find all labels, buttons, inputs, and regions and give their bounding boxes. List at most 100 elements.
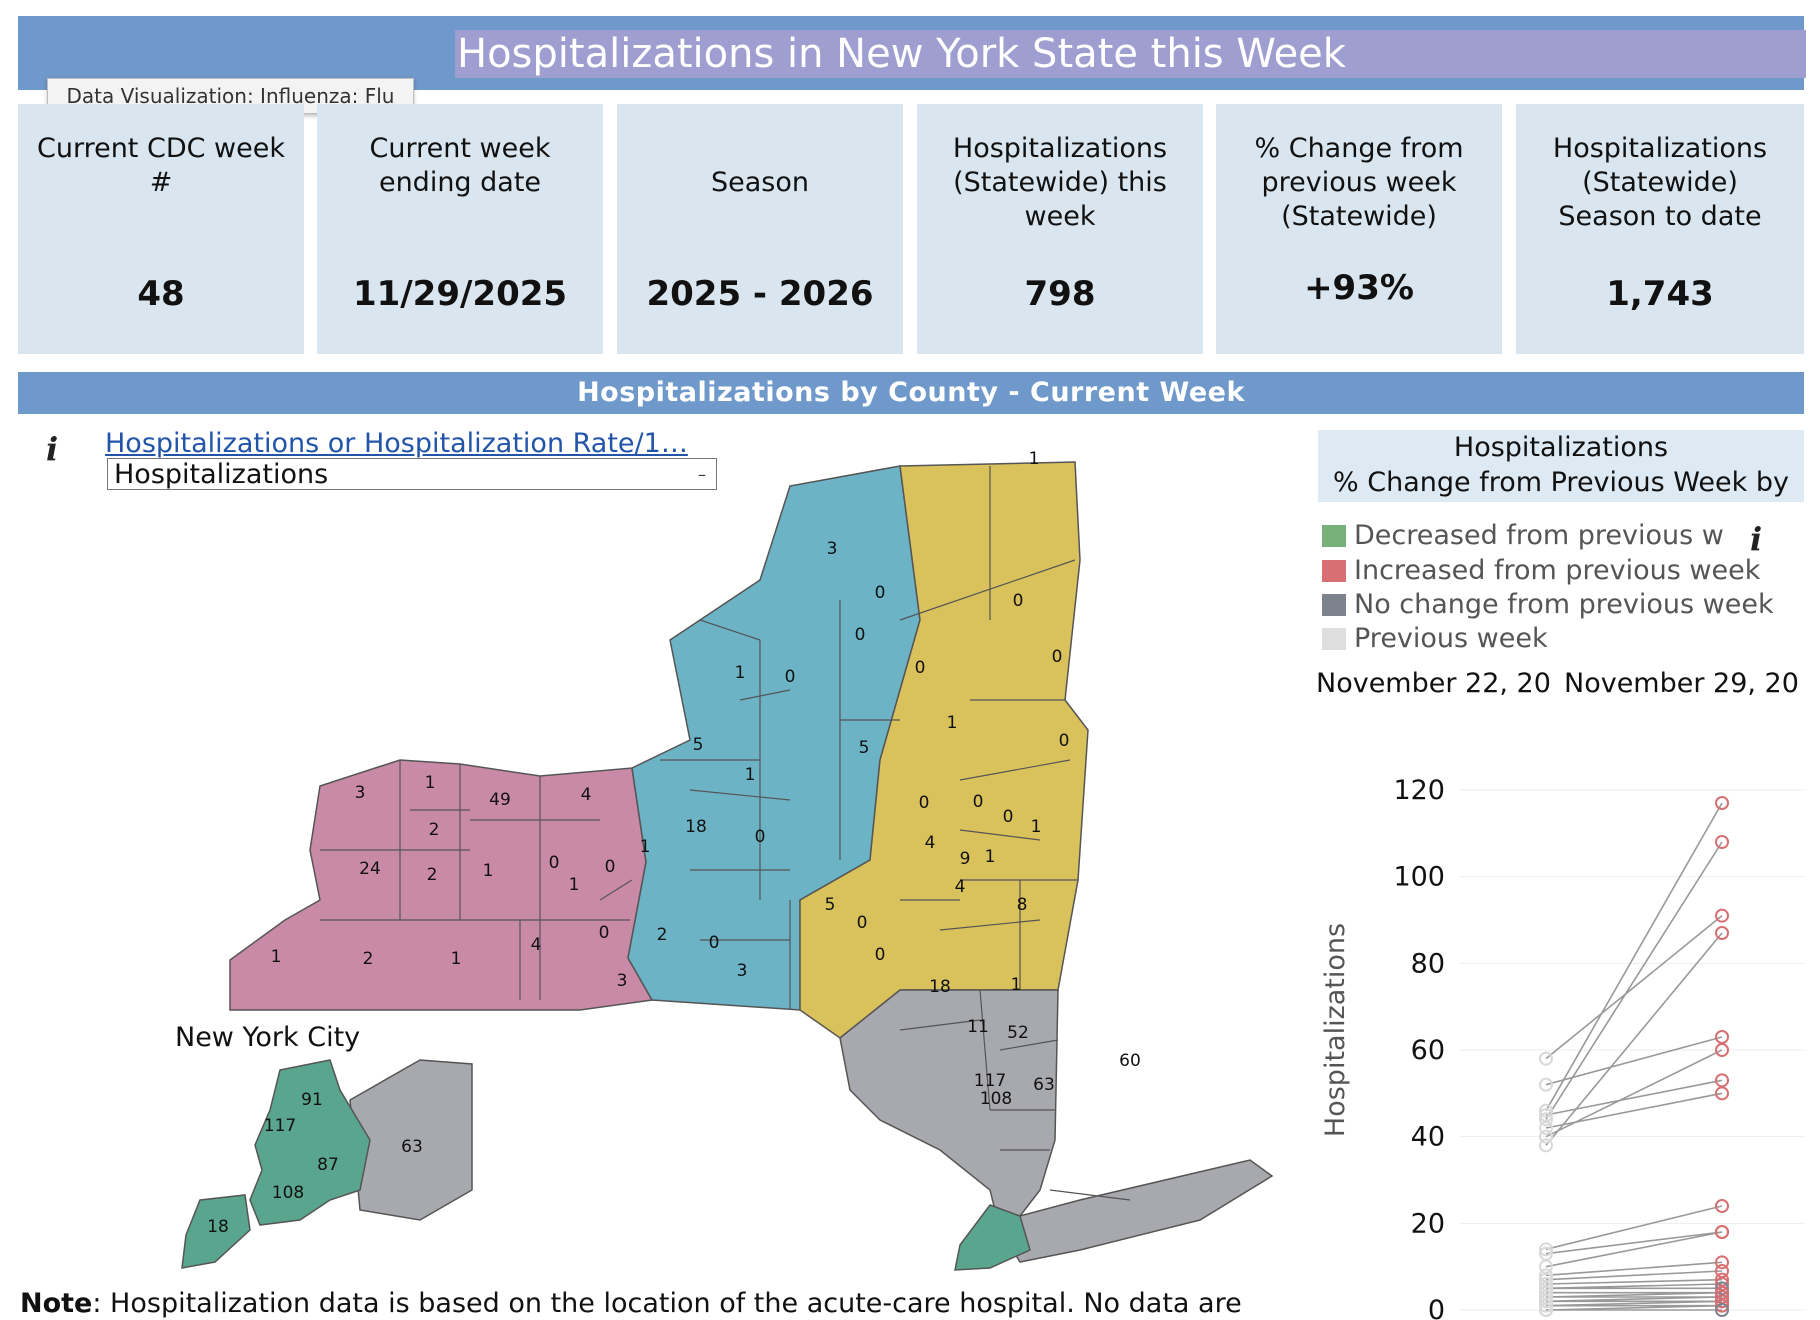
county-value-label: 2 [657,925,668,945]
legend-label: No change from previous week [1354,589,1774,620]
page-title: Hospitalizations in New York State this … [455,30,1806,78]
county-value-label: 5 [859,738,870,758]
y-tick-label: 60 [1411,1035,1445,1066]
legend-swatch [1322,560,1346,582]
county-value-label: 1 [271,947,282,967]
county-value-label: 0 [549,853,560,873]
nyc-borough-value-label: 63 [401,1137,423,1157]
county-value-label: 8 [1017,895,1028,915]
week-label-previous: November 22, 20 [1316,668,1551,699]
footnote-text: : Hospitalization data is based on the l… [92,1288,1242,1319]
county-value-label: 1 [425,773,436,793]
legend-title-line1: Hospitalizations [1453,432,1669,463]
legend-label: Increased from previous week [1354,555,1761,586]
slope-line [1545,1270,1723,1281]
y-axis-title: Hospitalizations [1320,923,1351,1137]
county-value-label: 2 [429,820,440,840]
card-cdc-week: Current CDC week # 48 [18,104,304,354]
slope-line [1545,1231,1723,1268]
slope-line [1545,932,1723,1146]
county-value-label: 0 [875,583,886,603]
county-value-label: 1 [745,765,756,785]
county-value-label: 18 [685,817,707,837]
county-value-label: 11 [967,1017,989,1037]
county-value-label: 0 [599,923,610,943]
county-value-label: 5 [693,735,704,755]
county-value-label: 5 [825,895,836,915]
slope-line [1545,1036,1723,1086]
slope-chart[interactable]: Hospitalizations 120 100 80 60 40 20 0 [1310,730,1810,1320]
county-value-label: 1 [640,837,651,857]
slope-line [1545,1092,1723,1129]
legend-item-previous[interactable]: Previous week [1322,623,1548,654]
county-value-label: 1 [1029,449,1040,469]
card-value: 11/29/2025 [352,274,568,314]
footnote-bold: Note [20,1288,93,1319]
county-value-label: 0 [709,933,720,953]
card-value: 2025 - 2026 [646,274,874,314]
county-value-label: 0 [973,792,984,812]
county-value-label: 4 [925,833,936,853]
legend-item-decreased[interactable]: Decreased from previous w [1322,520,1724,551]
county-value-label: 49 [489,790,511,810]
county-value-label: 0 [785,667,796,687]
card-hospitalizations-week: Hospitalizations (Statewide) this week 7… [917,104,1203,354]
county-map[interactable]: 3 149 4224 2 1 0 011 2 14032118 003151 03050010100… [0,430,1290,1310]
county-value-label: 0 [857,913,868,933]
section-title: Hospitalizations by County - Current Wee… [18,372,1804,414]
legend-item-no-change[interactable]: No change from previous week [1322,589,1774,620]
y-tick-label: 20 [1411,1208,1445,1239]
county-value-label: 1 [1031,817,1042,837]
y-tick-label: 40 [1411,1122,1445,1153]
nyc-borough-value-label: 87 [317,1155,339,1175]
county-value-label: 0 [1052,647,1063,667]
county-value-label: 1 [483,861,494,881]
county-value-label: 0 [755,827,766,847]
map-region-downstate [839,989,1274,1263]
y-tick-label: 120 [1393,775,1445,806]
county-value-label: 0 [875,945,886,965]
county-value-label: 1 [947,713,958,733]
card-season-to-date: Hospitalizations (Statewide) Season to d… [1516,104,1804,354]
county-value-label: 52 [1007,1023,1029,1043]
card-week-ending: Current week ending date 11/29/2025 [317,104,603,354]
county-value-label: 0 [1013,591,1024,611]
footnote: Note: Hospitalization data is based on t… [20,1288,1242,1319]
legend-label: Previous week [1354,623,1548,654]
nyc-borough-value-label: 117 [264,1116,296,1136]
nyc-borough-value-label: 18 [207,1217,229,1237]
nyc-borough-value-label: 91 [301,1090,323,1110]
card-pct-change: % Change from previous week (Statewide) … [1216,104,1502,354]
card-label: Hospitalizations (Statewide) Season to d… [1552,133,1768,232]
card-value: 1,743 [1606,274,1714,314]
legend-info-icon[interactable]: i [1750,520,1762,558]
card-value: 48 [137,274,185,314]
county-value-label: 4 [955,877,966,897]
nyc-inset-label: New York City [175,1022,361,1053]
county-value-label: 4 [581,785,592,805]
slope-line [1545,915,1723,1060]
county-value-label: 3 [617,971,628,991]
card-label: % Change from previous week (Statewide) [1254,133,1464,232]
county-value-label: 60 [1119,1051,1141,1071]
county-value-label: 63 [1033,1075,1055,1095]
card-label: Current week ending date [369,133,551,198]
county-value-label: 3 [827,539,838,559]
county-value-label: 0 [1059,731,1070,751]
county-value-label: 108 [980,1089,1012,1109]
county-value-label: 1 [985,847,996,867]
county-value-label: 1 [451,949,462,969]
card-label: Current CDC week # [36,133,285,198]
county-value-label: 117 [974,1071,1006,1091]
county-value-label: 4 [531,935,542,955]
county-value-label: 1 [569,875,580,895]
card-season: Season 2025 - 2026 [617,104,903,354]
county-value-label: 0 [1003,807,1014,827]
county-value-label: 18 [929,977,951,997]
legend-swatch [1322,594,1346,616]
county-value-label: 1 [735,663,746,683]
card-value: +93% [1304,268,1414,308]
card-label: Hospitalizations (Statewide) this week [952,133,1168,232]
legend-item-increased[interactable]: Increased from previous week [1322,555,1760,586]
legend-swatch [1322,628,1346,650]
